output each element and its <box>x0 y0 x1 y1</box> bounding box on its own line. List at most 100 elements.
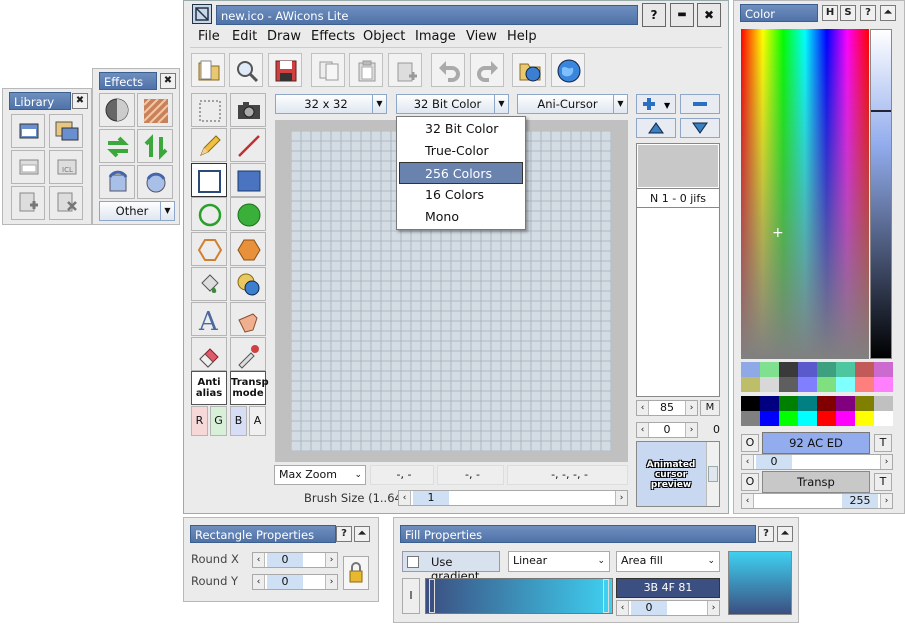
color-spectrum[interactable]: + <box>741 29 869 359</box>
brush-size-slider[interactable]: ‹ 1 › <box>398 490 628 506</box>
color-spin-1[interactable]: ‹ 0 › <box>741 454 893 470</box>
library-close-button[interactable]: ✖ <box>72 93 88 109</box>
filled-polygon-tool-icon[interactable] <box>230 232 266 266</box>
palette-swatch[interactable] <box>874 396 893 411</box>
library-icon-6[interactable] <box>49 186 83 220</box>
select-tool-icon[interactable] <box>191 93 227 127</box>
arrow-left-icon[interactable]: ‹ <box>617 601 629 615</box>
rectangle-tool-icon[interactable] <box>191 163 227 197</box>
use-gradient-checkbox[interactable] <box>407 556 419 568</box>
polygon-tool-icon[interactable] <box>191 232 227 266</box>
paste-button[interactable] <box>349 53 383 87</box>
round-x-spin[interactable]: ‹ 0 › <box>252 552 338 568</box>
frame-up-button[interactable] <box>636 118 676 138</box>
line-tool-icon[interactable] <box>230 128 266 162</box>
effect-sphere-icon[interactable] <box>99 93 135 127</box>
gradient-type-select[interactable]: Linear ⌄ <box>508 551 610 572</box>
palette-swatch[interactable] <box>760 377 779 392</box>
arrow-left-icon[interactable]: ‹ <box>742 494 754 508</box>
web-folder-button[interactable] <box>512 53 546 87</box>
palette-swatch[interactable] <box>817 396 836 411</box>
brightness-marker[interactable] <box>871 110 891 112</box>
palette-swatch[interactable] <box>798 362 817 377</box>
o-button-2[interactable]: O <box>741 473 759 491</box>
undo-button[interactable] <box>431 53 465 87</box>
add-frame-button[interactable]: ▼ <box>636 94 676 114</box>
arrow-right-icon[interactable]: › <box>325 575 337 589</box>
filled-rectangle-tool-icon[interactable] <box>230 163 266 197</box>
menu-effects[interactable]: Effects <box>311 29 355 44</box>
eyedropper-tool-icon[interactable] <box>230 337 266 371</box>
color-h-button[interactable]: H <box>822 5 838 21</box>
library-icon-1[interactable] <box>11 114 45 148</box>
color-help-button[interactable]: ? <box>860 5 876 21</box>
fill-mode-select[interactable]: Area fill ⌄ <box>616 551 720 572</box>
palette-swatch[interactable] <box>741 362 760 377</box>
fill-props-help-button[interactable]: ? <box>758 526 774 542</box>
arrow-left-icon[interactable]: ‹ <box>253 575 265 589</box>
arrow-right-icon[interactable]: › <box>880 494 892 508</box>
palette-swatch[interactable] <box>779 411 798 426</box>
palette-swatch[interactable] <box>855 396 874 411</box>
lock-button[interactable] <box>343 556 369 590</box>
minimize-button[interactable]: ▬ <box>670 3 694 27</box>
palette-swatch[interactable] <box>779 396 798 411</box>
size-combo[interactable]: 32 x 32 ▼ <box>275 94 387 114</box>
palette-swatch[interactable] <box>836 411 855 426</box>
palette-swatch[interactable] <box>741 396 760 411</box>
hand-tool-icon[interactable] <box>230 302 266 336</box>
color-depth-combo[interactable]: 32 Bit Color ▼ <box>396 94 509 114</box>
palette-swatch[interactable] <box>798 411 817 426</box>
arrow-right-icon[interactable]: › <box>685 423 697 437</box>
palette-swatch[interactable] <box>741 411 760 426</box>
scroll-thumb[interactable] <box>708 466 718 482</box>
close-button[interactable]: ✖ <box>697 3 721 27</box>
copy-button[interactable] <box>311 53 345 87</box>
menu-image[interactable]: Image <box>415 29 456 44</box>
menu-draw[interactable]: Draw <box>267 29 301 44</box>
round-y-spin[interactable]: ‹ 0 › <box>252 574 338 590</box>
palette-swatch[interactable] <box>779 377 798 392</box>
use-gradient-toggle[interactable]: Use gradient <box>402 551 500 583</box>
camera-tool-icon[interactable] <box>230 93 266 127</box>
palette-swatch[interactable] <box>760 362 779 377</box>
transp-mode-toggle[interactable]: Transp mode <box>230 371 269 405</box>
channel-r[interactable]: R <box>191 406 208 436</box>
redo-button[interactable] <box>470 53 504 87</box>
transparency-display[interactable]: Transp <box>762 471 870 493</box>
menu-view[interactable]: View <box>466 29 497 44</box>
channel-g[interactable]: G <box>210 406 227 436</box>
palette-swatch[interactable] <box>874 411 893 426</box>
effects-other-combo[interactable]: Other ▼ <box>99 201 175 221</box>
effect-flip-icon[interactable] <box>137 129 173 163</box>
palette-swatch[interactable] <box>817 362 836 377</box>
library-icon-2[interactable] <box>49 114 83 148</box>
palette-swatch[interactable] <box>836 396 855 411</box>
effects-close-button[interactable]: ✖ <box>160 73 176 89</box>
arrow-right-icon[interactable]: › <box>325 553 337 567</box>
library-icon-4[interactable]: ICL <box>49 150 83 184</box>
text-tool-icon[interactable]: A <box>191 302 227 336</box>
menu-file[interactable]: File <box>198 29 220 44</box>
palette-swatch[interactable] <box>798 377 817 392</box>
option-32-bit-color[interactable]: 32 Bit Color <box>397 118 525 140</box>
library-icon-5[interactable] <box>11 186 45 220</box>
option-256-colors[interactable]: 256 Colors <box>399 162 523 184</box>
paste-new-button[interactable] <box>388 53 422 87</box>
color-spin-2[interactable]: ‹ 255 › <box>741 493 893 509</box>
frame-thumbnail[interactable] <box>638 145 718 187</box>
color-value-display[interactable]: 92 AC ED <box>762 432 870 454</box>
palette-swatch[interactable] <box>798 396 817 411</box>
color-s-button[interactable]: S <box>840 5 856 21</box>
palette-swatch[interactable] <box>836 362 855 377</box>
rect-props-help-button[interactable]: ? <box>336 526 352 542</box>
effect-swap-icon[interactable] <box>99 129 135 163</box>
arrow-right-icon[interactable]: › <box>615 491 627 505</box>
arrow-left-icon[interactable]: ‹ <box>399 491 411 505</box>
save-button[interactable] <box>268 53 302 87</box>
arrow-right-icon[interactable]: › <box>707 601 719 615</box>
arrow-right-icon[interactable]: › <box>880 455 892 469</box>
channel-a[interactable]: A <box>249 406 266 436</box>
option-true-color[interactable]: True-Color <box>397 140 525 162</box>
palette-swatch[interactable] <box>874 377 893 392</box>
